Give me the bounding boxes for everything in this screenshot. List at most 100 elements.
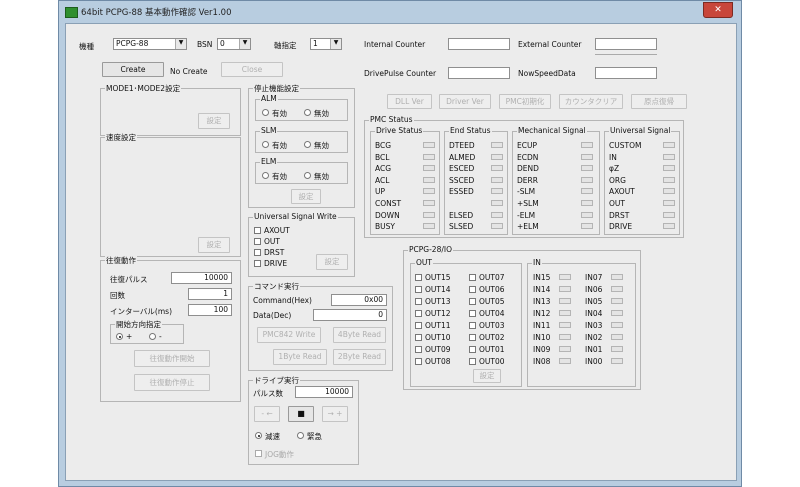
speed-set-button[interactable]: 設定 bbox=[198, 237, 230, 253]
elm-title: ELM bbox=[260, 157, 278, 166]
slm-valid-radio[interactable] bbox=[262, 141, 269, 148]
elm-valid-radio[interactable] bbox=[262, 172, 269, 179]
close-button[interactable]: Close bbox=[221, 62, 283, 77]
out-bit-checkbox[interactable] bbox=[415, 274, 422, 281]
bsn-select[interactable]: 0 ▼ bbox=[217, 38, 251, 50]
reciprocal-stop-button[interactable]: 往復動作停止 bbox=[134, 374, 210, 391]
out-bit-checkbox[interactable] bbox=[415, 346, 422, 353]
jog-checkbox[interactable] bbox=[255, 450, 262, 457]
drst-checkbox[interactable] bbox=[254, 249, 261, 256]
direction-plus-label: + bbox=[126, 332, 133, 341]
out-bit-checkbox[interactable] bbox=[415, 286, 422, 293]
universal-signal-title: Universal Signal bbox=[609, 126, 672, 135]
in-bit-label: IN08 bbox=[533, 357, 551, 366]
elm-invalid-radio[interactable] bbox=[304, 172, 311, 179]
out-bit-checkbox[interactable] bbox=[469, 274, 476, 281]
reciprocal-title: 往復動作 bbox=[105, 255, 137, 266]
alm-invalid-radio[interactable] bbox=[304, 109, 311, 116]
stop-button[interactable]: ■ bbox=[288, 406, 314, 422]
univ-status-label: IN bbox=[609, 152, 617, 162]
in-bit-led bbox=[611, 346, 623, 352]
read-4byte-button[interactable]: 4Byte Read bbox=[333, 327, 386, 343]
slm-valid-label: 有効 bbox=[272, 141, 287, 150]
out-bit-checkbox[interactable] bbox=[469, 346, 476, 353]
interval-input[interactable]: 100 bbox=[188, 304, 232, 316]
reciprocal-start-button[interactable]: 往復動作開始 bbox=[134, 350, 210, 367]
slm-invalid-label: 無効 bbox=[314, 141, 329, 150]
read-1byte-button[interactable]: 1Byte Read bbox=[273, 349, 327, 365]
out-bit-checkbox[interactable] bbox=[415, 358, 422, 365]
out-bit-label: OUT11 bbox=[425, 321, 451, 330]
out-bit-checkbox[interactable] bbox=[415, 334, 422, 341]
univ-status-label: DRIVE bbox=[609, 222, 633, 232]
pmc-status-group: PMC Status Drive Status BCG BCL ACG ACL UP CO… bbox=[364, 115, 684, 238]
direction-plus-radio[interactable] bbox=[116, 333, 123, 340]
command-title: コマンド実行 bbox=[253, 281, 300, 292]
drive-status-label: BUSY bbox=[375, 222, 395, 232]
bsn-value: 0 bbox=[220, 39, 225, 48]
io-set-button[interactable]: 設定 bbox=[473, 369, 501, 383]
alm-valid-radio[interactable] bbox=[262, 109, 269, 116]
command-hex-input[interactable]: 0x00 bbox=[331, 294, 387, 306]
create-button[interactable]: Create bbox=[102, 62, 164, 77]
stop-set-button[interactable]: 設定 bbox=[291, 189, 321, 204]
home-return-button[interactable]: 原点復帰 bbox=[631, 94, 687, 109]
out-group-title: OUT bbox=[415, 258, 433, 267]
close-window-button[interactable]: ✕ bbox=[703, 2, 733, 18]
out-bit-checkbox[interactable] bbox=[469, 286, 476, 293]
out-bit-checkbox[interactable] bbox=[415, 310, 422, 317]
slm-invalid-radio[interactable] bbox=[304, 141, 311, 148]
mech-status-label: DEND bbox=[517, 164, 539, 174]
drive-status-label: UP bbox=[375, 187, 386, 197]
usw-set-button[interactable]: 設定 bbox=[316, 254, 348, 270]
univ-status-label: CUSTOM bbox=[609, 141, 642, 150]
jog-plus-button[interactable]: → + bbox=[322, 406, 348, 422]
axis-select[interactable]: 1 ▼ bbox=[310, 38, 342, 50]
jog-minus-button[interactable]: - ← bbox=[254, 406, 280, 422]
count-label: 回数 bbox=[110, 291, 125, 300]
drive-status-label: ACG bbox=[375, 164, 392, 174]
in-bit-led bbox=[559, 322, 571, 328]
reciprocal-pulse-input[interactable]: 10000 bbox=[171, 272, 232, 284]
out-bit-checkbox[interactable] bbox=[415, 322, 422, 329]
emergency-radio[interactable] bbox=[297, 432, 304, 439]
decel-radio[interactable] bbox=[255, 432, 262, 439]
read-2byte-button[interactable]: 2Byte Read bbox=[333, 349, 386, 365]
in-bit-label: IN03 bbox=[585, 321, 603, 330]
out-bit-checkbox[interactable] bbox=[469, 334, 476, 341]
alm-title: ALM bbox=[260, 94, 278, 103]
pmc-init-button[interactable]: PMC初期化 bbox=[499, 94, 551, 109]
in-bit-label: IN06 bbox=[585, 285, 603, 294]
out-bit-label: OUT05 bbox=[479, 297, 505, 306]
driver-ver-button[interactable]: Driver Ver bbox=[439, 94, 491, 109]
univ-status-label: φZ bbox=[609, 164, 620, 174]
axout-checkbox[interactable] bbox=[254, 227, 261, 234]
out-bit-label: OUT15 bbox=[425, 273, 451, 282]
drive-pulse-counter-label: DrivePulse Counter bbox=[364, 69, 437, 78]
out-bit-checkbox[interactable] bbox=[415, 298, 422, 305]
data-dec-input[interactable]: 0 bbox=[313, 309, 387, 321]
out-checkbox[interactable] bbox=[254, 238, 261, 245]
drive-checkbox[interactable] bbox=[254, 260, 261, 267]
out-bit-checkbox[interactable] bbox=[469, 298, 476, 305]
out-bit-checkbox[interactable] bbox=[469, 310, 476, 317]
counter-clear-button[interactable]: カウンタクリア bbox=[559, 94, 623, 109]
direction-minus-radio[interactable] bbox=[149, 333, 156, 340]
out-bit-label: OUT03 bbox=[479, 321, 505, 330]
status-indicator-led bbox=[491, 211, 503, 218]
out-bit-checkbox[interactable] bbox=[469, 358, 476, 365]
in-bit-led bbox=[611, 274, 623, 280]
pmc-write-button[interactable]: PMC842 Write bbox=[257, 327, 321, 343]
out-bit-checkbox[interactable] bbox=[469, 322, 476, 329]
speed-settings-title: 速度設定 bbox=[105, 132, 137, 143]
command-hex-label: Command(Hex) bbox=[253, 296, 312, 305]
emergency-label: 緊急 bbox=[307, 432, 322, 441]
slm-group: SLM 有効 無効 bbox=[255, 126, 348, 153]
drive-pulse-input[interactable]: 10000 bbox=[295, 386, 353, 398]
count-input[interactable]: 1 bbox=[188, 288, 232, 300]
status-indicator-led bbox=[491, 142, 503, 148]
dll-ver-button[interactable]: DLL Ver bbox=[387, 94, 432, 109]
status-indicator-led bbox=[491, 188, 503, 195]
kishu-select[interactable]: PCPG-88 ▼ bbox=[113, 38, 187, 50]
mode-set-button[interactable]: 設定 bbox=[198, 113, 230, 129]
